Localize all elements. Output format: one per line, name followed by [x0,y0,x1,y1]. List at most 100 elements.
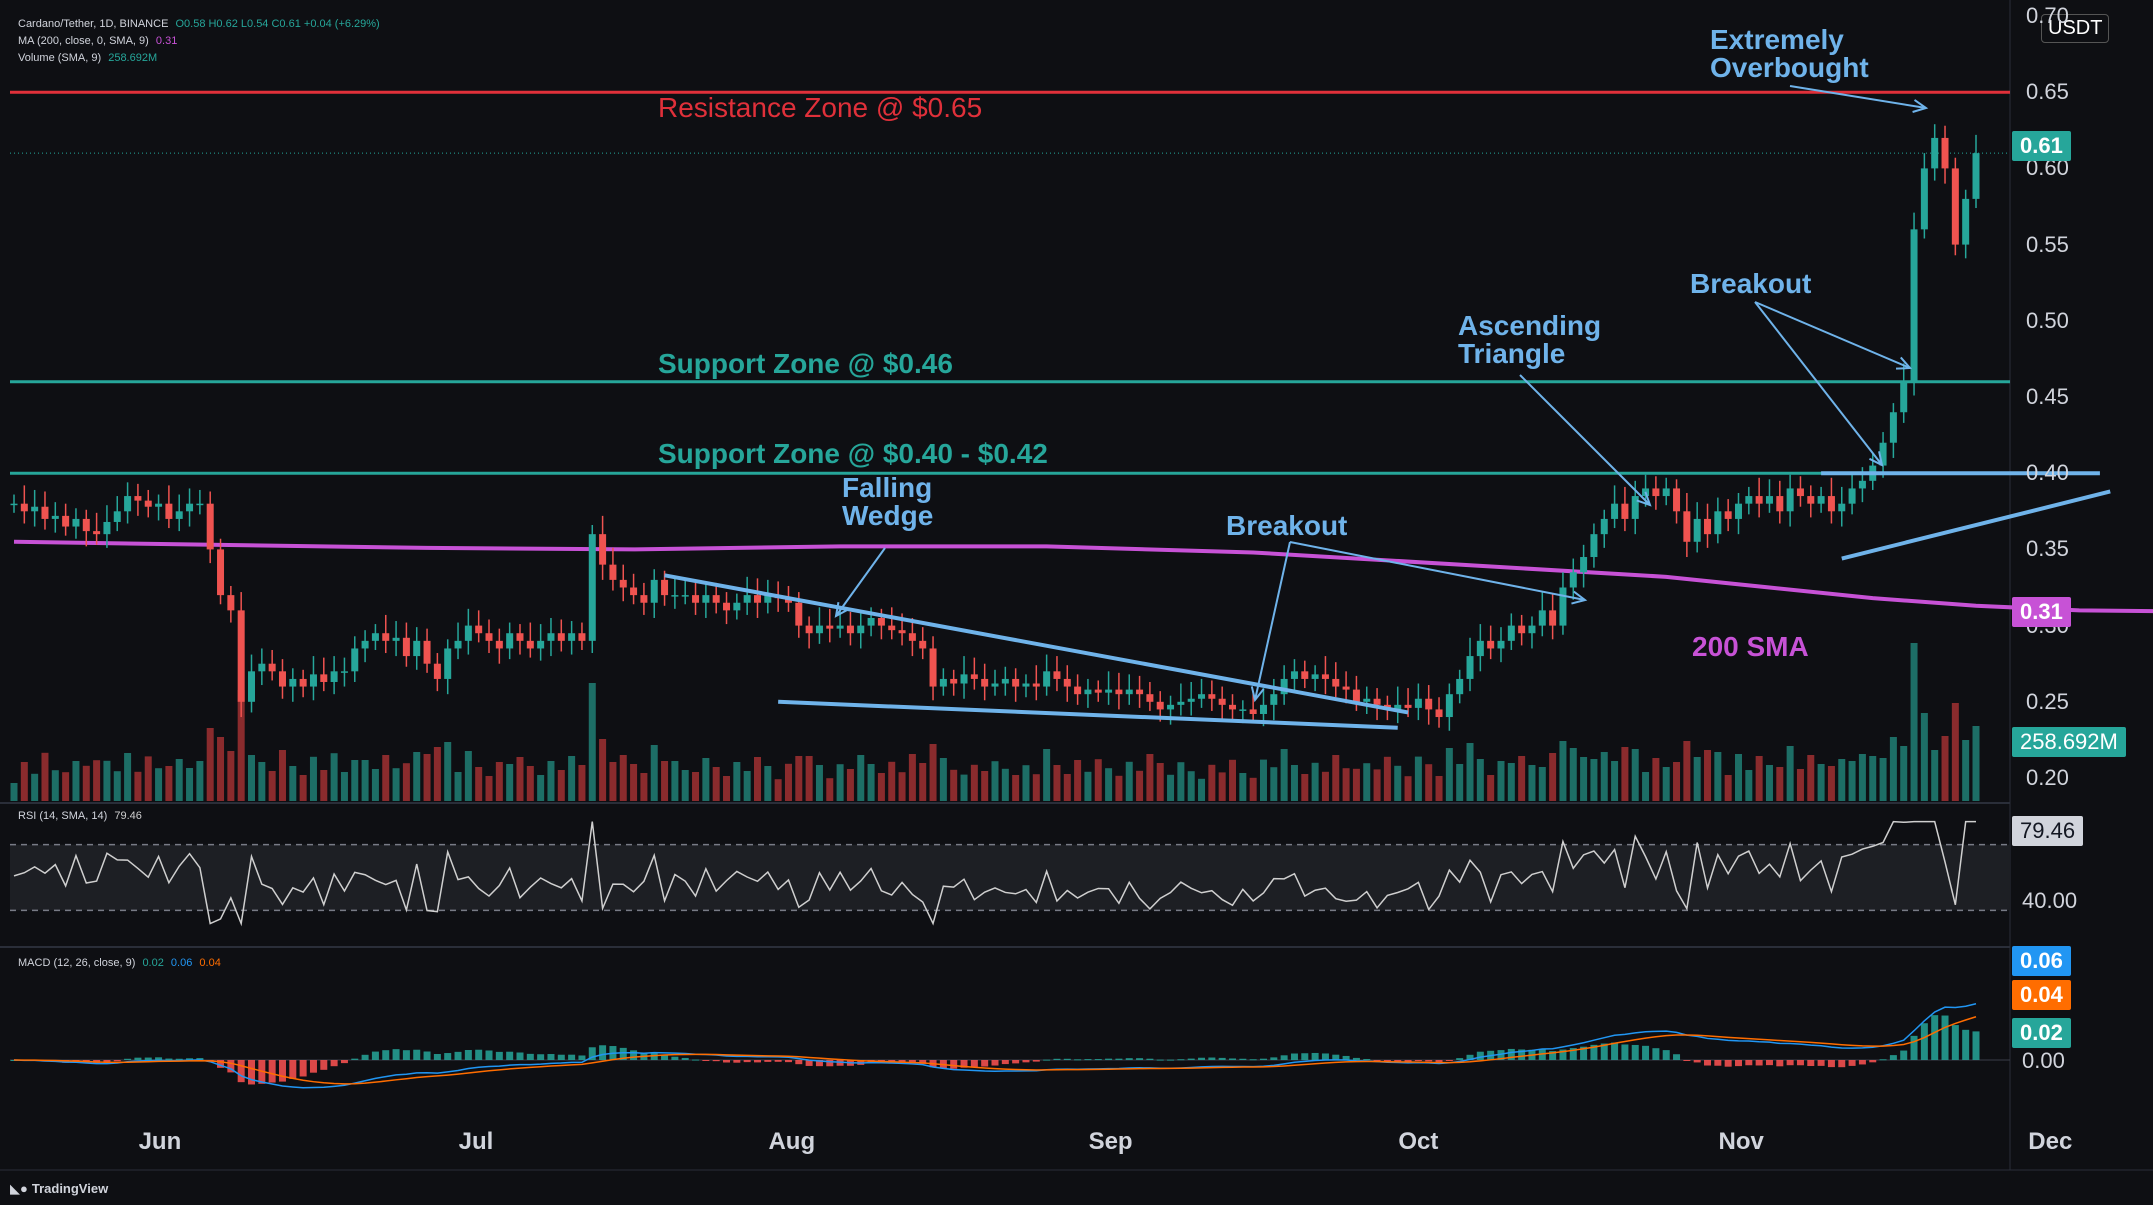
candle-body [1807,496,1815,504]
macd-histogram-bar [681,1057,689,1060]
candle-body [609,564,617,580]
macd-histogram-bar [1063,1058,1071,1060]
candle-body [175,511,183,519]
candle-body [640,595,648,603]
macd-histogram-bar [1848,1060,1856,1066]
volume-bar [72,761,80,801]
rsi-value: 79.46 [114,810,142,822]
volume-bar [175,759,183,801]
volume-bar [516,757,524,801]
candle-body [82,518,90,532]
macd-histogram-bar [330,1060,338,1067]
macd-histogram-bar [309,1060,317,1073]
macd-histogram-bar [1962,1029,1970,1060]
volume-bar [784,763,792,801]
candle-body [1796,488,1804,497]
breakout-arrow-2 [1754,301,1883,466]
volume-bar [144,756,152,801]
candle-body [991,683,999,687]
candle-body [1311,674,1319,679]
macd-tag: 0.06 [2012,946,2071,976]
macd-histogram-bar [1012,1060,1020,1064]
candle-body [124,496,132,512]
candle-body [836,625,844,629]
candle-body [1249,709,1257,714]
price-axis-label: 0.25 [2026,688,2069,714]
candle-body [1569,572,1577,588]
macd-histogram-bar [630,1050,638,1060]
tradingview-brand[interactable]: ◣● TradingView [10,1181,108,1197]
macd-histogram-bar [1476,1051,1484,1060]
resistance-zone-label: Resistance Zone @ $0.65 [658,92,983,123]
volume-bar [1745,770,1753,801]
volume-bar [774,779,782,801]
macd-histogram-bar [444,1053,452,1060]
candle-body [309,674,317,687]
candle-body [20,503,28,512]
volume-bar [82,765,90,801]
volume-bar [1807,755,1815,801]
volume-bar [681,770,689,801]
macd-histogram-bar [485,1050,493,1060]
macd-histogram-bar [1156,1059,1164,1061]
volume-bar [1528,765,1536,801]
macd-histogram-bar [361,1054,369,1060]
candle-body [1559,587,1567,626]
macd-histogram-bar [278,1060,286,1082]
breakout-label-2: Breakout [1690,268,1812,299]
volume-bar [1332,755,1340,801]
candle-body [93,531,101,535]
macd-histogram-bar [1032,1060,1040,1062]
volume-bar [1611,761,1619,801]
candle-body [144,500,152,507]
candle-body [506,633,514,649]
candle-body [1290,671,1298,679]
candle-body [1621,503,1629,519]
candle-body [1900,381,1908,413]
time-axis-label: Oct [1398,1128,1439,1155]
macd-histogram-bar [1910,1035,1918,1060]
candle-body [1476,640,1484,657]
volume-bar [1786,746,1794,801]
candle-body [1332,678,1340,687]
macd-histogram-bar [1745,1060,1753,1066]
macd-histogram-bar [1352,1057,1360,1060]
volume-bar [599,739,607,801]
volume-bar [877,773,885,801]
price-axis-label: 0.50 [2026,307,2069,333]
volume-bar [361,760,369,801]
macd-histogram-bar [1920,1023,1928,1060]
falling-wedge-label-1: Falling [842,472,933,503]
volume-bar [1858,754,1866,801]
candle-body [1229,704,1237,710]
volume-bar [1838,759,1846,801]
ohlc-values: O0.58 H0.62 L0.54 C0.61 +0.04 (+6.29%) [175,18,380,30]
candle-body [1848,488,1856,504]
candle-body [950,678,958,684]
volume-bar [485,776,493,801]
overbought-label-2: Overbought [1710,52,1869,83]
candle-body [1487,640,1495,649]
macd-histogram-bar [599,1045,607,1060]
legend-macd: MACD (12, 26, close, 9) 0.02 0.06 0.04 [18,957,221,969]
macd-histogram-bar [475,1049,483,1060]
volume-bar [981,771,989,801]
volume-bar [1487,775,1495,801]
volume-label: Volume (SMA, 9) [18,52,102,64]
macd-histogram-bar [1951,1025,1959,1060]
macd-histogram-bar [402,1050,410,1060]
volume-bar [299,775,307,801]
candle-body [444,648,452,679]
volume-bar [702,758,710,801]
chart-canvas[interactable] [0,0,2153,1205]
candle-body [712,595,720,603]
volume-bar [155,768,163,801]
candle-body [278,671,286,687]
volume-bar [1280,749,1288,801]
candle-body [1259,704,1267,714]
candle-body [1198,694,1206,699]
candle-body [1734,503,1742,519]
volume-bar [1342,768,1350,801]
macd-histogram-bar [981,1060,989,1067]
candle-body [475,625,483,634]
